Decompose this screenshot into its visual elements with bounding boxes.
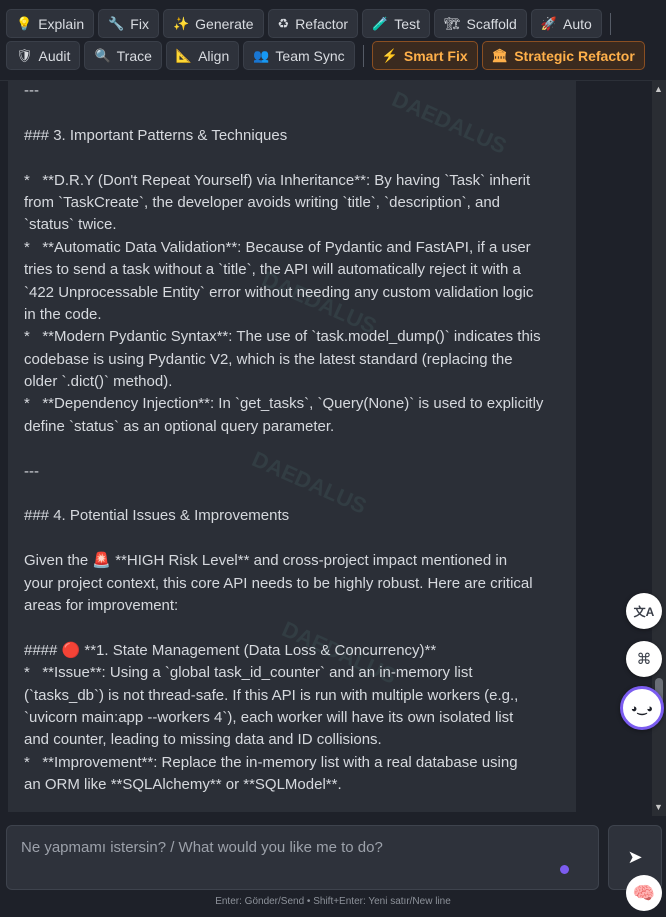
lightning-icon: ⚡ [381, 48, 398, 63]
scroll-down-arrow-icon[interactable]: ▼ [654, 802, 663, 812]
explain-label: Explain [38, 15, 85, 32]
scaffold-button[interactable]: 🏗 Scaffold [433, 9, 527, 38]
response-line: * **D.R.Y (Don't Repeat Yourself) via In… [24, 171, 531, 189]
align-label: Align [198, 47, 230, 64]
toolbar-row-1: 💡 Explain 🔧 Fix ✨ Generate ♻ Refactor 🧪 Test 🏗 Scaf… [6, 9, 615, 38]
align-button[interactable]: 📐 Align [165, 41, 240, 70]
scroll-up-arrow-icon[interactable]: ▲ [654, 84, 663, 94]
response-line: and counter, leading to missing data and… [24, 731, 382, 749]
brain-button[interactable]: 🧠 [626, 875, 662, 911]
response-line [24, 147, 564, 169]
response-line [24, 528, 564, 550]
trace-label: Trace [116, 47, 152, 64]
response-line: tries to send a task without a `title`, … [24, 261, 521, 279]
response-line: `422 Unprocessable Entity` error without… [24, 283, 534, 301]
explain-button[interactable]: 💡 Explain [6, 9, 95, 38]
apps-button[interactable]: ⌘ [626, 641, 662, 677]
toolbar-row-2: 🛡 Audit 🔍 Trace 📐 Align 👥 Team Sync ⚡ Smart Fix 🏛 S… [6, 41, 645, 70]
team-sync-button[interactable]: 👥 Team Sync [243, 41, 355, 70]
response-line: codebase is using Pydantic V2, which is … [24, 350, 513, 368]
response-line: `status` twice. [24, 216, 117, 234]
response-line: define `status` as an optional query par… [24, 417, 335, 435]
refactor-label: Refactor [295, 15, 349, 32]
assistant-button[interactable]: ◕‿◕ [620, 686, 664, 730]
send-arrow-icon: ➤ [627, 847, 643, 867]
test-button[interactable]: 🧪 Test [362, 9, 430, 38]
response-line: --- [24, 82, 39, 99]
response-line: ### 3. Important Patterns & Techniques [24, 126, 288, 144]
smart-fix-button[interactable]: ⚡ Smart Fix [371, 41, 478, 70]
response-line: * **Issue**: Using a `global task_id_cou… [24, 664, 473, 682]
response-line: from `TaskCreate`, the developer avoids … [24, 193, 501, 211]
response-line: older `.dict()` method). [24, 373, 173, 391]
team-sync-label: Team Sync [275, 47, 345, 64]
fix-label: Fix [130, 15, 149, 32]
rocket-icon: 🚀 [540, 16, 558, 31]
bank-icon: 🏛 [491, 48, 509, 63]
response-line: (`tasks_db`) is not thread-safe. If this… [24, 686, 519, 704]
toolbar: 💡 Explain 🔧 Fix ✨ Generate ♻ Refactor 🧪 Test 🏗 Scaf… [0, 0, 666, 81]
response-line: `uvicorn main:app --workers 4`), each wo… [24, 708, 514, 726]
apps-grid-icon: ⌘ [636, 651, 652, 668]
response-line: --- [24, 462, 39, 480]
translate-icon: 文A [633, 604, 655, 619]
test-label: Test [394, 15, 420, 32]
scaffold-icon: 🏗 [443, 16, 461, 31]
fix-button[interactable]: 🔧 Fix [98, 9, 159, 38]
recycle-icon: ♻ [277, 16, 290, 31]
chat-response-panel: DAEDALUS DAEDALUS DAEDALUS DAEDALUS --- #… [8, 80, 576, 812]
smart-fix-label: Smart Fix [403, 47, 468, 64]
response-line: your project context, this core API need… [24, 574, 533, 592]
auto-label: Auto [563, 15, 592, 32]
auto-button[interactable]: 🚀 Auto [530, 9, 602, 38]
response-line: an ORM like **SQLAlchemy** or **SQLModel… [24, 776, 342, 794]
keyboard-hint: Enter: Gönder/Send • Shift+Enter: Yeni s… [215, 896, 451, 907]
toolbar-divider [362, 44, 364, 67]
generate-button[interactable]: ✨ Generate [162, 9, 264, 38]
wrench-icon: 🔧 [108, 16, 125, 31]
response-line: areas for improvement: [24, 596, 179, 614]
response-line [24, 438, 564, 460]
triangle-ruler-icon: 📐 [175, 48, 193, 63]
brain-icon: 🧠 [632, 882, 656, 903]
refactor-button[interactable]: ♻ Refactor [267, 9, 359, 38]
scaffold-label: Scaffold [466, 15, 517, 32]
status-dot [560, 865, 569, 874]
response-line: * **Automatic Data Validation**: Because… [24, 238, 531, 256]
trace-button[interactable]: 🔍 Trace [84, 41, 162, 70]
sparkles-icon: ✨ [172, 16, 190, 31]
people-icon: 👥 [253, 48, 270, 63]
response-line [24, 102, 564, 124]
response-line: * **Dependency Injection**: In `get_task… [24, 395, 544, 413]
response-line [24, 483, 564, 505]
magnifier-icon: 🔍 [94, 48, 111, 63]
assistant-face-icon: ◕‿◕ [630, 702, 654, 715]
response-line: ### 4. Potential Issues & Improvements [24, 507, 290, 525]
response-line [24, 617, 564, 639]
generate-label: Generate [195, 15, 254, 32]
response-line: #### 🔴 **1. State Management (Data Loss … [24, 641, 437, 659]
lightbulb-icon: 💡 [16, 16, 33, 31]
test-tube-icon: 🧪 [372, 16, 389, 31]
audit-button[interactable]: 🛡 Audit [6, 41, 81, 70]
response-line: Given the 🚨 **HIGH Risk Level** and cros… [24, 552, 508, 570]
strategic-refactor-button[interactable]: 🏛 Strategic Refactor [481, 41, 645, 70]
shield-icon: 🛡 [16, 48, 33, 63]
message-input[interactable] [7, 826, 598, 889]
translate-button[interactable]: 文A [626, 593, 662, 629]
toolbar-divider [609, 12, 611, 35]
response-line: * **Improvement**: Replace the in-memory… [24, 753, 518, 771]
response-line: in the code. [24, 305, 102, 323]
response-text: --- ### 3. Important Patterns & Technique… [24, 80, 564, 797]
strategic-refactor-label: Strategic Refactor [514, 47, 635, 64]
response-line: * **Modern Pydantic Syntax**: The use of… [24, 328, 541, 346]
message-input-box[interactable] [6, 825, 599, 890]
audit-label: Audit [38, 47, 71, 64]
